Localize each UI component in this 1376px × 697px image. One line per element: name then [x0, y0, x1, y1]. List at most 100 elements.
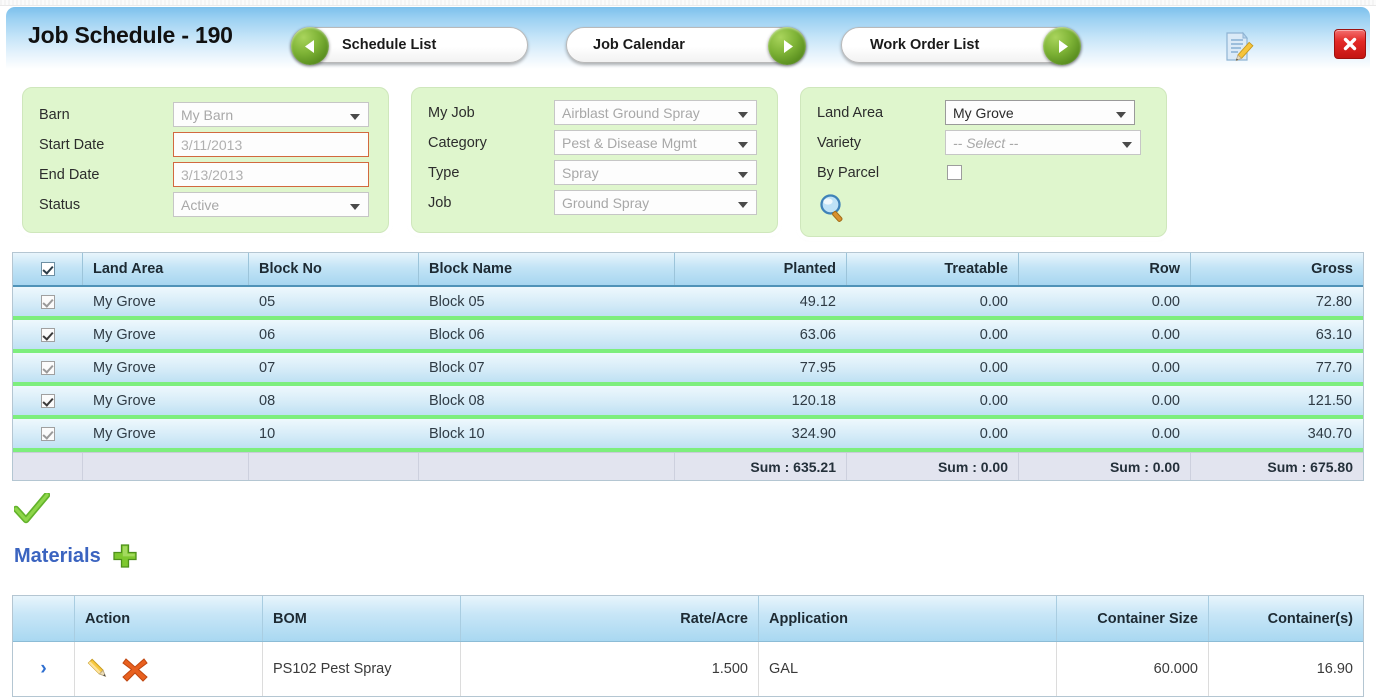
my-job-select[interactable]: Airblast Ground Spray — [554, 100, 757, 125]
cell-row: 0.00 — [1151, 392, 1180, 409]
nav-button-work-order-list[interactable]: Work Order List — [841, 27, 1081, 65]
select-all-header[interactable] — [13, 253, 83, 285]
cell-planted: 324.90 — [791, 425, 836, 442]
type-select[interactable]: Spray — [554, 160, 757, 185]
cell-planted: 63.06 — [799, 326, 836, 343]
filter-label-status: Status — [39, 197, 81, 213]
column-header-planted[interactable]: Planted — [675, 253, 847, 285]
summary-planted: Sum : 635.21 — [675, 453, 847, 480]
column-header-containers[interactable]: Container(s) — [1209, 596, 1363, 641]
nav-button-schedule-list[interactable]: Schedule List — [291, 27, 528, 65]
by-parcel-checkbox[interactable] — [947, 165, 962, 180]
cell-block-name: Block 07 — [429, 359, 485, 376]
table-row[interactable]: My Grove 05 Block 05 49.12 0.00 0.00 72.… — [13, 287, 1363, 320]
column-header-block-no[interactable]: Block No — [249, 253, 419, 285]
row-select-cell[interactable] — [13, 320, 83, 349]
cell-row: 0.00 — [1151, 326, 1180, 343]
cell-block-name: Block 06 — [429, 326, 485, 343]
cell-land-area: My Grove — [93, 425, 156, 442]
materials-row[interactable]: › PS102 Pest Spray 1.500 GAL 60.000 16.9… — [13, 642, 1363, 696]
row-checkbox[interactable] — [40, 426, 55, 441]
row-checkbox[interactable] — [40, 393, 55, 408]
job-select[interactable]: Ground Spray — [554, 190, 757, 215]
expand-row-cell[interactable]: › — [13, 642, 75, 696]
start-date-input[interactable]: 3/11/2013 — [173, 132, 369, 157]
summary-spacer-3 — [249, 453, 419, 480]
row-checkbox[interactable] — [40, 294, 55, 309]
column-header-application[interactable]: Application — [759, 596, 1057, 641]
barn-select[interactable]: My Barn — [173, 102, 369, 127]
variety-select[interactable]: -- Select -- — [945, 130, 1141, 155]
column-header-rate-acre[interactable]: Rate/Acre — [461, 596, 759, 641]
column-header-row[interactable]: Row — [1019, 253, 1191, 285]
column-header-treatable[interactable]: Treatable — [847, 253, 1019, 285]
column-header-block-name[interactable]: Block Name — [419, 253, 675, 285]
cell-block-no: 05 — [259, 293, 276, 310]
nav-button-job-calendar[interactable]: Job Calendar — [566, 27, 806, 65]
table-row[interactable]: My Grove 10 Block 10 324.90 0.00 0.00 34… — [13, 419, 1363, 452]
filter-label-category: Category — [428, 135, 487, 151]
row-select-cell[interactable] — [13, 353, 83, 382]
table-row[interactable]: My Grove 08 Block 08 120.18 0.00 0.00 12… — [13, 386, 1363, 419]
row-checkbox[interactable] — [40, 327, 55, 342]
cell-treatable: 0.00 — [979, 293, 1008, 310]
green-plus-icon[interactable] — [111, 542, 139, 570]
cell-gross: 340.70 — [1307, 425, 1352, 442]
filter-label-start-date: Start Date — [39, 137, 105, 153]
cell-land-area: My Grove — [93, 359, 156, 376]
cell-treatable: 0.00 — [979, 392, 1008, 409]
window-top-strip — [0, 0, 1376, 6]
materials-grid-header: Action BOM Rate/Acre Application Contain… — [13, 596, 1363, 642]
materials-grid: Action BOM Rate/Acre Application Contain… — [12, 595, 1364, 697]
column-header-gross[interactable]: Gross — [1191, 253, 1363, 285]
right-arrow-icon[interactable] — [1043, 27, 1081, 65]
cell-land-area: My Grove — [93, 392, 156, 409]
close-x-icon — [1343, 37, 1357, 51]
filter-label-barn: Barn — [39, 107, 70, 123]
magnifier-icon[interactable] — [817, 192, 849, 224]
cell-block-no: 06 — [259, 326, 276, 343]
red-x-icon[interactable] — [121, 656, 149, 682]
column-header-container-size[interactable]: Container Size — [1057, 596, 1209, 641]
column-header-expand — [13, 596, 75, 641]
summary-spacer-4 — [419, 453, 675, 480]
end-date-input[interactable]: 3/13/2013 — [173, 162, 369, 187]
page-title: Job Schedule - 190 — [28, 22, 233, 48]
chevron-right-icon[interactable]: › — [40, 658, 46, 680]
document-pencil-icon[interactable] — [1219, 29, 1255, 65]
category-select[interactable]: Pest & Disease Mgmt — [554, 130, 757, 155]
table-row[interactable]: My Grove 06 Block 06 63.06 0.00 0.00 63.… — [13, 320, 1363, 353]
left-arrow-icon[interactable] — [291, 27, 329, 65]
cell-block-name: Block 05 — [429, 293, 485, 310]
summary-gross: Sum : 675.80 — [1267, 458, 1353, 475]
cell-gross: 77.70 — [1315, 359, 1352, 376]
select-all-checkbox[interactable] — [40, 262, 55, 276]
row-select-cell[interactable] — [13, 419, 83, 448]
cell-row: 0.00 — [1151, 425, 1180, 442]
filter-panel-land-area: Land Area My Grove Variety -- Select -- … — [800, 87, 1167, 237]
right-arrow-icon[interactable] — [768, 27, 806, 65]
cell-planted: 120.18 — [791, 392, 836, 409]
row-select-cell[interactable] — [13, 386, 83, 415]
green-check-icon[interactable] — [12, 491, 51, 525]
cell-gross: 63.10 — [1315, 326, 1352, 343]
column-header-action[interactable]: Action — [75, 596, 263, 641]
materials-section-header: Materials — [14, 542, 139, 570]
row-checkbox[interactable] — [40, 360, 55, 375]
cell-containers: 16.90 — [1316, 661, 1353, 677]
summary-treatable: Sum : 0.00 — [847, 453, 1019, 480]
filter-label-my-job: My Job — [428, 105, 475, 121]
table-row[interactable]: My Grove 07 Block 07 77.95 0.00 0.00 77.… — [13, 353, 1363, 386]
pencil-icon[interactable] — [85, 656, 111, 682]
filter-label-end-date: End Date — [39, 167, 100, 183]
land-area-select[interactable]: My Grove — [945, 100, 1135, 125]
cell-treatable: 0.00 — [979, 425, 1008, 442]
cell-row: 0.00 — [1151, 293, 1180, 310]
close-button[interactable] — [1334, 29, 1366, 59]
cell-container-size: 60.000 — [1057, 642, 1209, 696]
column-header-land-area[interactable]: Land Area — [83, 253, 249, 285]
status-select[interactable]: Active — [173, 192, 369, 217]
row-select-cell[interactable] — [13, 287, 83, 316]
filter-label-by-parcel: By Parcel — [817, 165, 880, 181]
column-header-bom[interactable]: BOM — [263, 596, 461, 641]
